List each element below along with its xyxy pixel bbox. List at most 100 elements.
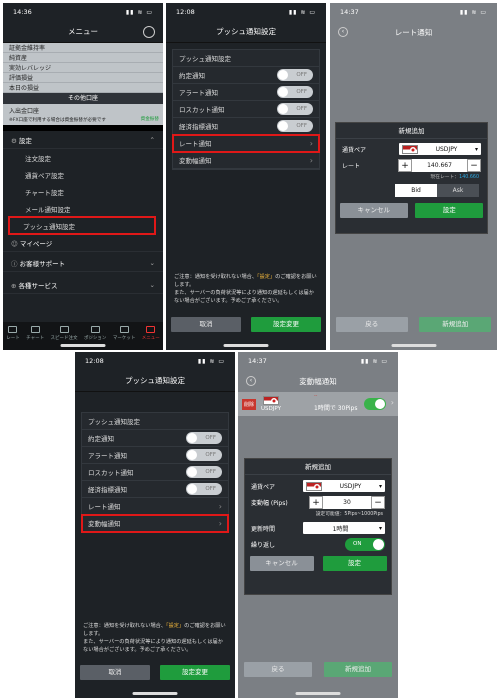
refresh-icon[interactable] xyxy=(143,26,155,38)
toggle-row: 約定通知 OFF xyxy=(82,430,228,447)
alert-list-item[interactable]: 削除 USDJPY -- 1時間で 30Pips › xyxy=(238,392,398,416)
time-select[interactable]: 1時間 ▾ xyxy=(303,522,385,534)
page-title: メニュー xyxy=(68,27,98,36)
current-rate: 現在レート：140.660 xyxy=(336,173,487,180)
volatility-notification-screen: 14:37 ▮▮ ≋ ▭ ‹ 変動幅通知 削除 USDJPY -- 1時間で 30P… xyxy=(238,352,398,698)
save-button[interactable]: 設定変更 xyxy=(251,316,321,332)
row-label: 経済指標通知 xyxy=(179,123,218,131)
home-indicator xyxy=(391,344,436,347)
rate-notification-row[interactable]: レート通知 › xyxy=(172,134,320,153)
alert-toggle[interactable]: OFF xyxy=(186,449,222,461)
stat-row: 実効レバレッジ xyxy=(3,63,163,73)
section-title: プッシュ通知設定 xyxy=(82,413,228,430)
rate-input[interactable]: 140.667 xyxy=(412,158,467,172)
minus-button[interactable]: − xyxy=(467,158,481,172)
volatility-notification-row[interactable]: 変動幅通知 › xyxy=(173,152,319,169)
execution-toggle[interactable]: OFF xyxy=(186,432,222,444)
row-label: ロスカット通知 xyxy=(88,469,134,477)
losscut-toggle[interactable]: OFF xyxy=(277,103,313,115)
status-icons: ▮▮ ≋ ▭ xyxy=(459,8,487,16)
bottom-actions: 戻る 新規追加 xyxy=(330,314,497,334)
ask-option[interactable]: Ask xyxy=(437,184,479,197)
pair-value: USDJPY xyxy=(339,482,362,490)
nav-bar: メニュー xyxy=(3,21,163,43)
mypage-item[interactable]: ☺ マイページ xyxy=(3,234,163,252)
home-indicator xyxy=(60,344,106,347)
pips-input[interactable]: 30 xyxy=(323,495,371,509)
set-button[interactable]: 設定 xyxy=(322,556,387,571)
tab-rate[interactable]: レート xyxy=(6,325,20,341)
bid-option[interactable]: Bid xyxy=(395,184,437,197)
alert-status: -- xyxy=(314,394,318,399)
support-item[interactable]: ⓘ お客様サポート ⌄ xyxy=(3,254,163,272)
menu-item-mail-settings[interactable]: メール通知設定 xyxy=(3,200,163,217)
tab-chart[interactable]: チャート xyxy=(26,325,44,341)
home-indicator xyxy=(295,692,341,695)
settings-header[interactable]: ⚙ 設定 ⌃ xyxy=(3,131,163,149)
delete-button[interactable]: 削除 xyxy=(242,398,257,410)
page-title: プッシュ通知設定 xyxy=(216,27,276,36)
back-icon[interactable]: ‹ xyxy=(338,27,348,37)
page-title: レート通知 xyxy=(394,27,433,37)
toggle-row: 経済指標通知 OFF xyxy=(82,481,228,498)
rate-notification-screen: 14:37 ▮▮ ≋ ▭ ‹ レート通知 新規追加 通貨ペア USDJPY ▾ レート… xyxy=(330,3,497,350)
transfer-link[interactable]: 資金振替 xyxy=(141,116,159,122)
volatility-notification-row[interactable]: 変動幅通知 › xyxy=(81,514,229,533)
menu-item-order-settings[interactable]: 注文設定 xyxy=(3,149,163,166)
add-button[interactable]: 新規追加 xyxy=(419,316,492,332)
gear-icon: ⚙ xyxy=(11,136,19,145)
indicator-toggle[interactable]: OFF xyxy=(277,120,313,132)
support-label: お客様サポート xyxy=(19,259,66,268)
alert-toggle[interactable] xyxy=(364,398,386,410)
status-icons: ▮▮ ≋ ▭ xyxy=(360,357,388,365)
set-button[interactable]: 設定 xyxy=(415,203,484,218)
indicator-toggle[interactable]: OFF xyxy=(186,483,222,495)
minus-button[interactable]: − xyxy=(371,495,385,509)
plus-button[interactable]: + xyxy=(398,158,412,172)
menu-item-chart-settings[interactable]: チャート設定 xyxy=(3,183,163,200)
push-settings-screen: 12:08 ▮▮ ≋ ▭ プッシュ通知設定 プッシュ通知設定 約定通知 OFF アラ… xyxy=(166,3,326,350)
pair-label: USDJPY xyxy=(261,406,281,412)
menu-item-pair-settings[interactable]: 通貨ペア設定 xyxy=(3,166,163,183)
note-part: また、サーバーの負荷状況等により通知の遅延もしくは届かない場合がございます。予め… xyxy=(83,639,223,653)
cancel-button[interactable]: キャンセル xyxy=(249,556,314,571)
chevron-right-icon: › xyxy=(309,138,313,148)
pair-select[interactable]: USDJPY ▾ xyxy=(399,143,481,155)
repeat-toggle[interactable]: ON xyxy=(345,537,385,551)
add-button[interactable]: 新規追加 xyxy=(324,661,392,677)
rate-notification-row[interactable]: レート通知 › xyxy=(82,498,228,515)
person-icon: ☺ xyxy=(11,239,20,248)
back-button[interactable]: 戻る xyxy=(244,661,312,677)
home-indicator xyxy=(132,692,178,695)
deposit-account[interactable]: 入出金口座 ※FX口座で利用する場合は資金振替が必要です 資金振替 xyxy=(3,104,163,125)
losscut-toggle[interactable]: OFF xyxy=(186,466,222,478)
cancel-button[interactable]: キャンセル xyxy=(339,203,408,218)
alert-info: 1時間で 30Pips xyxy=(314,405,358,412)
alert-toggle[interactable]: OFF xyxy=(277,86,313,98)
cancel-button[interactable]: 取消 xyxy=(171,316,241,332)
save-button[interactable]: 設定変更 xyxy=(160,664,230,680)
tab-speed-order[interactable]: スピード注文 xyxy=(51,325,78,341)
chevron-down-icon: ⌄ xyxy=(149,280,155,289)
services-label: 各種サービス xyxy=(18,281,58,290)
pair-select[interactable]: USDJPY ▾ xyxy=(303,480,385,492)
clock: 14:37 xyxy=(248,357,267,365)
tab-position[interactable]: ポジション xyxy=(84,325,106,341)
speed-icon xyxy=(59,325,69,333)
back-icon[interactable]: ‹ xyxy=(246,376,256,386)
plus-button[interactable]: + xyxy=(309,495,323,509)
clock: 12:08 xyxy=(85,357,104,365)
dialog-title: 新規追加 xyxy=(245,459,391,475)
back-button[interactable]: 戻る xyxy=(335,316,408,332)
cancel-button[interactable]: 取消 xyxy=(80,664,150,680)
tab-market[interactable]: マーケット xyxy=(113,325,135,341)
bottom-actions: 取消 設定変更 xyxy=(166,314,326,334)
services-item[interactable]: ⊕ 各種サービス ⌄ xyxy=(3,276,163,294)
row-label: アラート通知 xyxy=(179,89,218,97)
menu-item-push-settings[interactable]: プッシュ通知設定 xyxy=(8,216,156,235)
execution-toggle[interactable]: OFF xyxy=(277,69,313,81)
tab-menu[interactable]: メニュー xyxy=(142,325,160,341)
repeat-state: ON xyxy=(353,540,362,547)
clock: 14:37 xyxy=(340,8,359,16)
menu-icon xyxy=(146,325,156,333)
